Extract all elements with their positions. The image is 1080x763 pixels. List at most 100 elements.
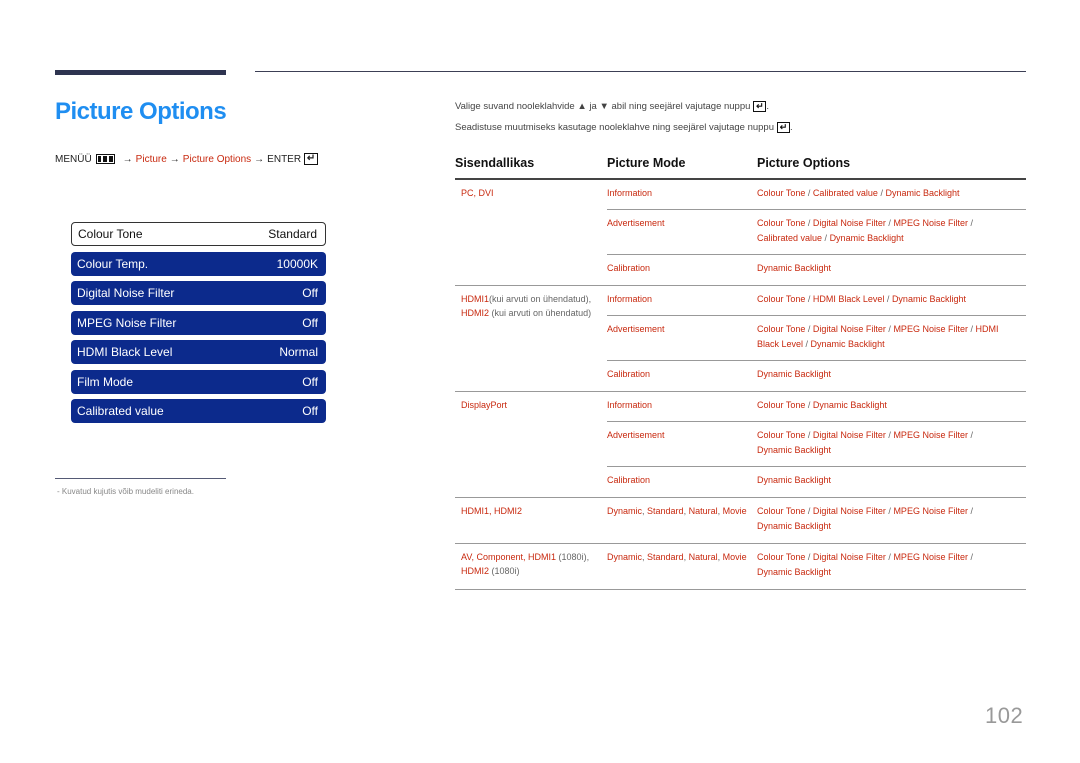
osd-item-label: Film Mode [77,374,134,389]
table-row: Information Colour Tone / Dynamic Backlig… [607,392,1026,422]
source-text: (1080i), [556,552,590,562]
header-accent-bar [55,70,226,75]
osd-item[interactable]: MPEG Noise Filter Off [71,310,326,335]
osd-item-value: Normal [279,345,318,359]
osd-item-label: MPEG Noise Filter [77,315,177,330]
source-cell: HDMI1, HDMI2 [455,498,607,543]
header-source: Sisendallikas [455,156,535,170]
up-arrow-icon: ▲ [577,101,587,112]
page-title: Picture Options [55,98,227,125]
arrow: → [254,153,265,165]
picture-options-cell: Colour Tone / Dynamic Backlight [757,400,887,410]
osd-item-value: 10000K [276,256,318,271]
osd-item-value: Standard [268,227,317,241]
osd-menu: Colour Tone Standard Colour Temp. 10000K Dig… [71,222,326,429]
table-group: AV, Component, HDMI1 (1080i), HDMI2 (108… [455,544,1026,590]
source-cell: HDMI1(kui arvuti on ühendatud), HDMI2 (k… [455,286,607,391]
osd-item[interactable]: Colour Temp. 10000K [71,251,326,276]
footnote-divider [55,478,226,479]
source-text: PC, DVI [461,188,494,198]
header-picture-options: Picture Options [757,156,851,170]
header-picture-mode: Picture Mode [607,156,686,170]
source-text: (1080i) [489,566,520,576]
enter-icon: ↵ [776,122,790,133]
source-text: HDMI1 [461,294,490,304]
header-rule [255,71,1026,72]
table-row: Dynamic, Standard, Natural, Movie Colour … [607,544,1026,589]
picture-options-table: Sisendallikas Picture Mode Picture Optio… [455,148,1026,590]
osd-item-label: Colour Temp. [77,256,149,271]
picture-options-cell: Colour Tone / Digital Noise Filter / MPE… [757,430,973,455]
picture-options-cell: Colour Tone / Digital Noise Filter / MPE… [757,552,973,577]
page-number: 102 [985,703,1024,728]
table-group: HDMI1, HDMI2 Dynamic, Standard, Natural, … [455,498,1026,544]
osd-item-label: Colour Tone [78,227,143,241]
picture-options-cell: Dynamic Backlight [757,263,832,273]
menu-path: MENÜÜ → Picture → Picture Options → ENTE… [55,153,319,165]
table-row: Advertisement Colour Tone / Digital Noise… [607,316,1026,361]
instruction-line-2: Seadistuse muutmiseks kasutage nooleklah… [455,122,793,133]
instruction-text: abil ning seejärel vajutage nuppu [611,101,751,112]
osd-item-label: Calibrated value [77,404,164,418]
picture-mode-cell: Advertisement [607,430,665,440]
picture-mode-cell: Calibration [607,475,651,485]
table-row: Calibration Dynamic Backlight [607,361,1026,391]
menu-step-picture-options: Picture Options [182,153,252,165]
down-arrow-icon: ▼ [599,101,609,112]
picture-mode-cell: Information [607,294,653,304]
picture-options-cell: Colour Tone / Digital Noise Filter / MPE… [757,324,999,349]
picture-mode-cell: Advertisement [607,324,665,334]
enter-icon: ↵ [304,153,319,165]
osd-item[interactable]: Colour Tone Standard [71,222,326,246]
picture-mode-cell: Calibration [607,263,651,273]
source-text: HDMI1, HDMI2 [461,506,523,516]
picture-mode-cell: Information [607,400,653,410]
source-text: (kui arvuti on ühendatud), [489,294,592,304]
source-text: DisplayPort [461,400,508,410]
osd-item-value: Off [302,404,318,418]
source-text: HDMI2 [461,308,490,318]
osd-item[interactable]: Film Mode Off [71,369,326,394]
source-text: HDMI2 [461,566,490,576]
picture-options-cell: Colour Tone / Digital Noise Filter / MPE… [757,218,973,243]
source-cell: PC, DVI [455,180,607,285]
table-row: Advertisement Colour Tone / Digital Noise… [607,210,1026,255]
osd-item[interactable]: Digital Noise Filter Off [71,281,326,305]
instruction-line-1: Valige suvand nooleklahvide ▲ ja ▼ abil … [455,101,770,112]
table-group: PC, DVI Information Colour Tone / Calibrat… [455,180,1026,286]
osd-item-label: HDMI Black Level [77,345,173,359]
table-row: Information Colour Tone / HDMI Black Leve… [607,286,1026,316]
osd-item[interactable]: HDMI Black Level Normal [71,340,326,364]
table-group: DisplayPort Information Colour Tone / Dyna… [455,392,1026,498]
arrow: → [169,153,180,165]
table-row: Calibration Dynamic Backlight [607,255,1026,285]
picture-mode-cell: Advertisement [607,218,665,228]
osd-item[interactable]: Calibrated value Off [71,399,326,423]
source-text: (kui arvuti on ühendatud) [489,308,592,318]
table-body: PC, DVI Information Colour Tone / Calibrat… [455,180,1026,590]
instruction-text: Seadistuse muutmiseks kasutage nooleklah… [455,122,774,133]
table-header: Sisendallikas Picture Mode Picture Optio… [455,148,1026,180]
picture-options-cell: Colour Tone / Calibrated value / Dynamic… [757,188,960,198]
osd-item-value: Off [302,374,318,389]
source-cell: AV, Component, HDMI1 (1080i), HDMI2 (108… [455,544,607,589]
picture-mode-cell: Calibration [607,369,651,379]
table-row: Information Colour Tone / Calibrated valu… [607,180,1026,210]
table-row: Calibration Dynamic Backlight [607,467,1026,497]
picture-mode-cell: Dynamic, Standard, Natural, Movie [607,552,747,562]
source-text: AV, Component, HDMI1 [461,552,557,562]
table-row: Advertisement Colour Tone / Digital Noise… [607,422,1026,467]
footnote: - Kuvatud kujutis võib mudeliti erineda. [57,487,194,496]
osd-item-value: Off [302,286,318,300]
menu-step-picture: Picture [135,153,167,165]
source-cell: DisplayPort [455,392,607,497]
picture-options-cell: Colour Tone / Digital Noise Filter / MPE… [757,506,973,531]
menu-label: MENÜÜ [55,153,92,165]
table-row: Dynamic, Standard, Natural, Movie Colour … [607,498,1026,543]
menu-icon [95,154,115,164]
osd-item-label: Digital Noise Filter [77,286,175,300]
osd-item-value: Off [302,315,318,330]
picture-mode-cell: Dynamic, Standard, Natural, Movie [607,506,747,516]
picture-options-cell: Dynamic Backlight [757,369,832,379]
instruction-text: Valige suvand nooleklahvide [455,101,575,112]
